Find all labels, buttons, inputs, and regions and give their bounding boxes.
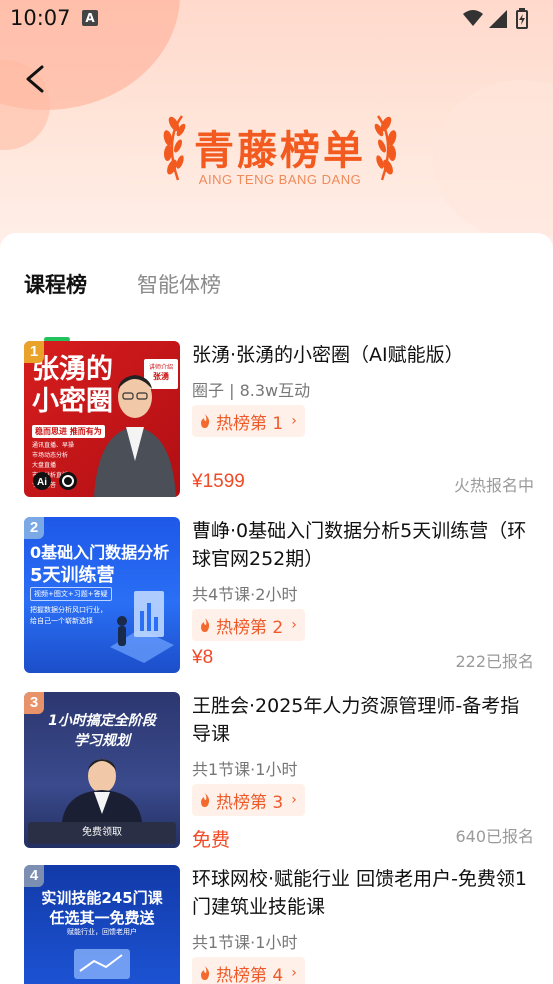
thumb-heading: 1小时搞定全阶段 bbox=[48, 713, 156, 729]
list-item[interactable]: 张湧的 小密圈 稳而思进 推而有为 通讯直播、早操 市场动态分析 大盘直播 市场… bbox=[24, 341, 534, 501]
hot-rank-tag[interactable]: 热榜第 3 › bbox=[192, 784, 305, 816]
header-banner: 10:07 A 青藤榜单 AING TENG BANG DANG bbox=[0, 0, 553, 260]
signal-icon bbox=[489, 10, 507, 28]
presenter-photo bbox=[94, 375, 176, 497]
hot-rank-label: 热榜第 1 bbox=[216, 413, 284, 434]
thumb-tag: 视频+图文+习题+答疑 bbox=[30, 587, 112, 601]
page-subtitle: AING TENG BANG DANG bbox=[198, 172, 362, 187]
flame-icon bbox=[201, 618, 210, 632]
tab-agent-ranking[interactable]: 智能体榜 bbox=[137, 269, 221, 299]
brand-logo-icon: Ai bbox=[33, 472, 77, 490]
course-thumbnail: 张湧的 小密圈 稳而思进 推而有为 通讯直播、早操 市场动态分析 大盘直播 市场… bbox=[24, 341, 180, 497]
course-price: ¥8 bbox=[192, 647, 214, 668]
presenter-photo bbox=[62, 759, 142, 822]
device-illustration bbox=[74, 949, 130, 979]
signup-count: 222已报名 bbox=[455, 652, 534, 671]
list-item[interactable]: 1小时搞定全阶段 学习规划 免费领取 3 王胜会·2025年人力资源管理师-备考… bbox=[24, 692, 534, 852]
hot-rank-tag[interactable]: 热榜第 1 › bbox=[192, 405, 305, 437]
laurel-right-icon bbox=[374, 115, 397, 181]
chevron-right-icon: › bbox=[291, 413, 297, 429]
status-icons bbox=[463, 8, 528, 29]
course-meta: 共4节课·2小时 bbox=[192, 585, 298, 604]
course-meta: 共1节课·1小时 bbox=[192, 933, 298, 952]
battery-icon bbox=[516, 8, 528, 29]
rank-badge: 3 bbox=[24, 692, 44, 714]
flame-icon bbox=[201, 966, 210, 980]
thumb-cta: 免费领取 bbox=[82, 827, 122, 838]
thumb-desc: 把握数据分析风口行业， bbox=[30, 606, 107, 614]
thumb-heading: 实训技能245门课 bbox=[41, 889, 163, 907]
page-title-block: 青藤榜单 AING TENG BANG DANG bbox=[160, 110, 400, 190]
hot-rank-tag[interactable]: 热榜第 2 › bbox=[192, 609, 305, 641]
rank-badge: 1 bbox=[24, 341, 44, 363]
hot-rank-label: 热榜第 4 bbox=[216, 965, 284, 984]
thumb-heading: 任选其一免费送 bbox=[49, 909, 155, 927]
course-price: ¥1599 bbox=[192, 471, 245, 492]
signup-status: 火热报名中 bbox=[453, 476, 534, 495]
flame-icon bbox=[201, 793, 210, 807]
course-meta: 共1节课·1小时 bbox=[192, 760, 298, 779]
thumb-heading: 0基础入门数据分析 bbox=[30, 543, 170, 562]
tab-course-ranking[interactable]: 课程榜 bbox=[24, 269, 87, 299]
hot-rank-label: 热榜第 2 bbox=[216, 617, 284, 638]
hot-rank-label: 热榜第 3 bbox=[216, 792, 284, 813]
course-title: 王胜会·2025年人力资源管理师-备考指导课 bbox=[192, 695, 520, 745]
notification-icon: A bbox=[82, 10, 98, 26]
ranking-panel: 课程榜 智能体榜 张湧的 小密圈 稳而思进 推而有为 通讯直播、早操 市场动态分… bbox=[0, 233, 553, 984]
flame-icon bbox=[201, 414, 210, 428]
status-time: 10:07 bbox=[10, 6, 71, 30]
course-thumbnail: 实训技能245门课 任选其一免费送 赋能行业，回馈老用户 4 bbox=[24, 865, 180, 984]
chevron-right-icon: › bbox=[291, 792, 297, 808]
hot-rank-tag[interactable]: 热榜第 4 › bbox=[192, 957, 305, 984]
course-title: 张湧·张湧的小密圈（AI赋能版） bbox=[192, 344, 464, 366]
decor-blob bbox=[433, 80, 553, 240]
course-thumbnail: 1小时搞定全阶段 学习规划 免费领取 3 bbox=[24, 692, 180, 848]
course-title: 曹峥·0基础入门数据分析5天训练营（环球官网252期） bbox=[192, 520, 527, 570]
svg-text:Ai: Ai bbox=[37, 477, 47, 488]
course-meta: 圈子 | 8.3w互动 bbox=[192, 381, 311, 400]
list-item[interactable]: 0基础入门数据分析 5天训练营 视频+图文+习题+答疑 把握数据分析风口行业， … bbox=[24, 517, 534, 677]
chevron-right-icon: › bbox=[291, 617, 297, 633]
status-bar: 10:07 A bbox=[0, 0, 553, 40]
course-thumbnail: 0基础入门数据分析 5天训练营 视频+图文+习题+答疑 把握数据分析风口行业， … bbox=[24, 517, 180, 673]
free-claim-bar: 免费领取 bbox=[28, 822, 176, 844]
data-chart-illustration bbox=[110, 591, 174, 663]
page-title: 青藤榜单 bbox=[194, 128, 366, 174]
list-item[interactable]: 实训技能245门课 任选其一免费送 赋能行业，回馈老用户 4 环球网校·赋能行业… bbox=[24, 865, 534, 984]
signup-count: 640已报名 bbox=[455, 827, 534, 846]
wifi-icon bbox=[463, 10, 483, 26]
thumb-heading: 学习规划 bbox=[74, 733, 130, 749]
course-title: 环球网校·赋能行业 回馈老用户-免费领1门建筑业技能课 bbox=[192, 868, 528, 918]
rank-badge: 2 bbox=[24, 517, 44, 539]
chevron-right-icon: › bbox=[291, 965, 297, 981]
thumb-tag: 赋能行业，回馈老用户 bbox=[67, 928, 137, 936]
thumb-heading: 5天训练营 bbox=[30, 565, 115, 586]
rank-badge: 4 bbox=[24, 865, 44, 887]
back-chevron-icon[interactable] bbox=[20, 62, 50, 96]
course-price: 免费 bbox=[192, 830, 231, 851]
thumb-desc: 给自己一个崭新选择 bbox=[30, 617, 93, 625]
